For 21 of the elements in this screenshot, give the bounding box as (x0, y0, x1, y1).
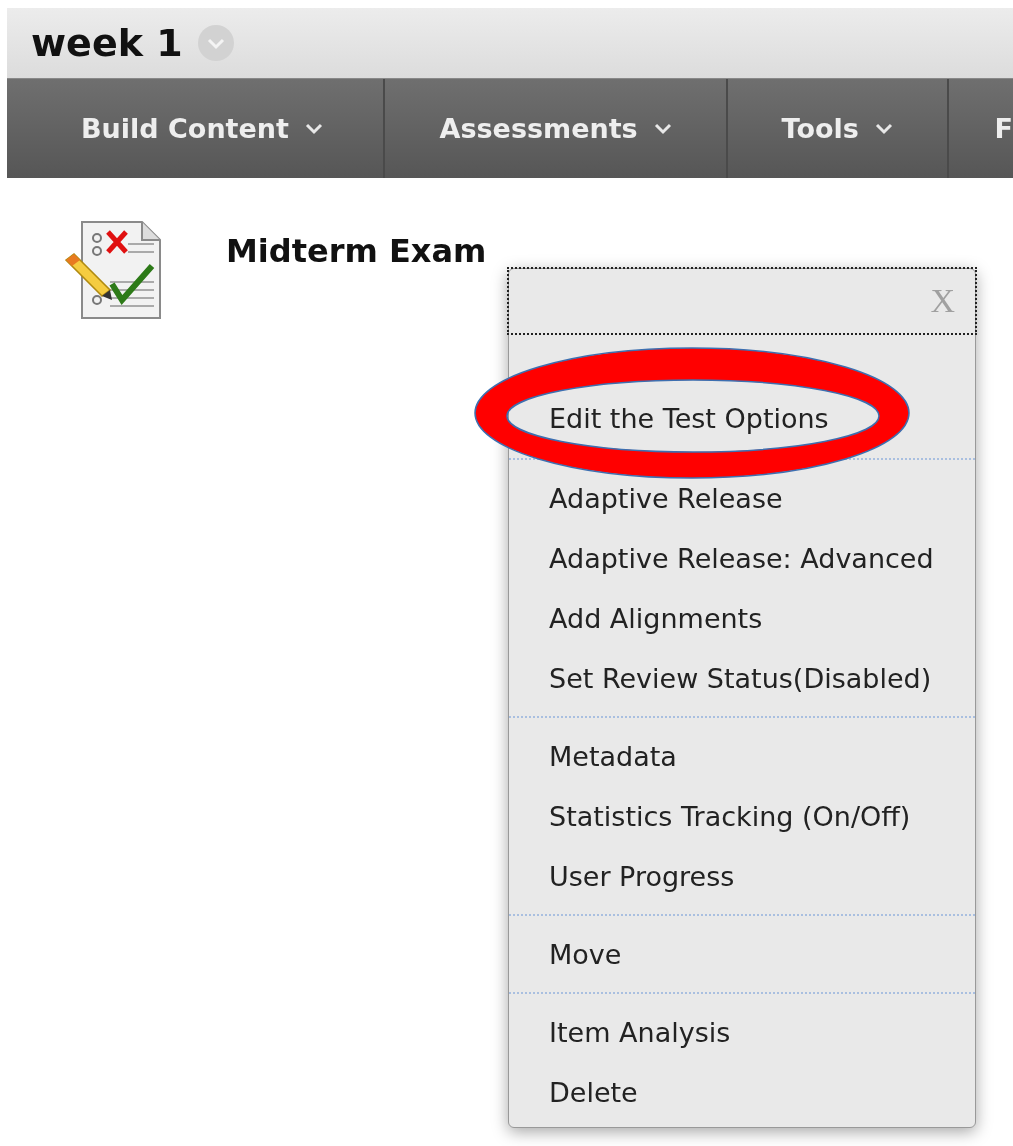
menu-item[interactable]: Add Alignments (509, 588, 975, 648)
nav-menu-button[interactable]: F (948, 79, 1013, 178)
menu-item[interactable]: Metadata (509, 726, 975, 786)
menu-item[interactable]: Adaptive Release: Advanced (509, 528, 975, 588)
menu-item[interactable]: Move (509, 924, 975, 984)
menu-item[interactable]: User Progress (509, 846, 975, 906)
chevron-down-icon[interactable] (196, 24, 235, 62)
menu-item[interactable]: Edit the Test Options (509, 388, 975, 448)
menu-item[interactable]: Set Review Status(Disabled) (509, 648, 975, 708)
menu-item[interactable]: Delete (509, 1062, 975, 1122)
chevron-down-icon (305, 122, 323, 135)
page-title: week 1 (31, 21, 183, 65)
nav-menu-button[interactable]: Assessments (385, 79, 728, 178)
menu-item[interactable]: Adaptive Release (509, 468, 975, 528)
chevron-down-icon (874, 122, 893, 135)
nav-menu-button[interactable]: Tools (727, 79, 949, 178)
menu-item[interactable]: Item Analysis (509, 1002, 975, 1062)
nav-menu-button[interactable]: Build Content (7, 79, 386, 178)
menu-item[interactable]: Statistics Tracking (On/Off) (509, 786, 975, 846)
chevron-down-icon (653, 122, 672, 135)
item-title[interactable]: Midterm Exam (226, 232, 487, 270)
